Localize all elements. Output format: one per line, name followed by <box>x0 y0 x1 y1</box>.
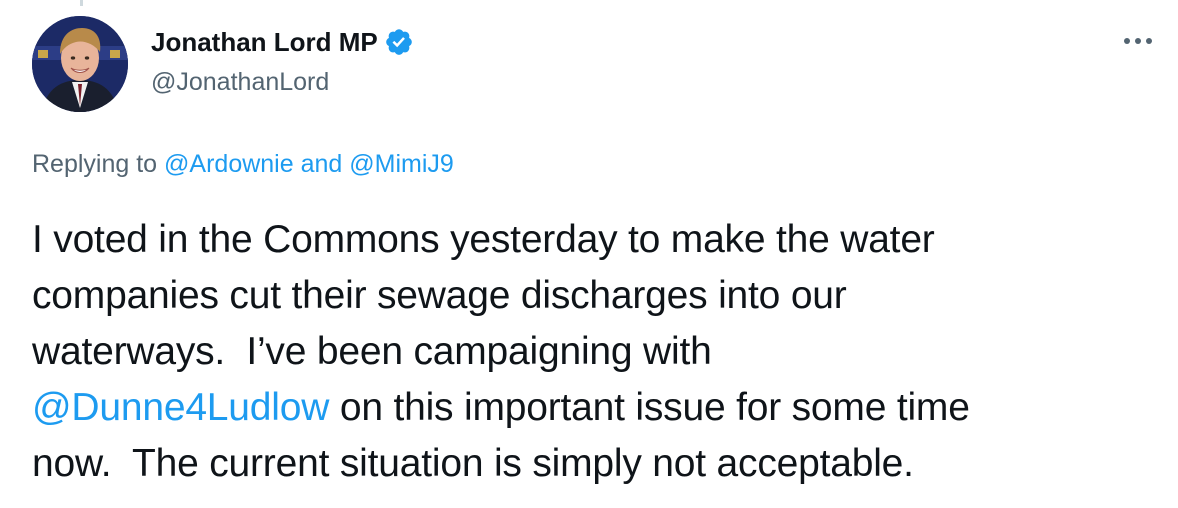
tweet-text: I voted in the Commons yesterday to make… <box>32 212 1162 492</box>
tweet-text-line: now. The current situation is simply not… <box>32 442 914 485</box>
verified-badge-icon <box>384 27 414 57</box>
tweet-text-line: waterways. I’ve been campaigning with <box>32 330 712 373</box>
more-dot <box>1146 38 1152 44</box>
more-dot <box>1135 38 1141 44</box>
more-options-icon[interactable] <box>1118 26 1158 56</box>
tweet-text-line: companies cut their sewage discharges in… <box>32 274 847 317</box>
more-dot <box>1124 38 1130 44</box>
author-handle[interactable]: @JonathanLord <box>151 64 329 100</box>
tweet-text-line: @Dunne4Ludlow on this important issue fo… <box>32 380 1162 436</box>
reply-context-joiner: and <box>293 150 350 178</box>
author-display-name[interactable]: Jonathan Lord MP <box>151 24 378 60</box>
tweet-text-segment: on this important issue for some time <box>329 386 970 429</box>
thread-connector-line <box>80 0 83 6</box>
reply-mention-ardownie[interactable]: @Ardownie <box>164 150 294 178</box>
reply-mention-mimij9[interactable]: @MimiJ9 <box>349 150 454 178</box>
tweet-mention-dunne4ludlow[interactable]: @Dunne4Ludlow <box>32 386 329 429</box>
avatar-image <box>32 16 128 112</box>
tweet-text-line: I voted in the Commons yesterday to make… <box>32 218 935 261</box>
reply-context: Replying to @Ardownie and @MimiJ9 <box>32 146 454 182</box>
author-name-row: Jonathan Lord MP <box>151 24 414 60</box>
reply-context-prefix: Replying to <box>32 150 165 178</box>
avatar[interactable] <box>32 16 128 112</box>
